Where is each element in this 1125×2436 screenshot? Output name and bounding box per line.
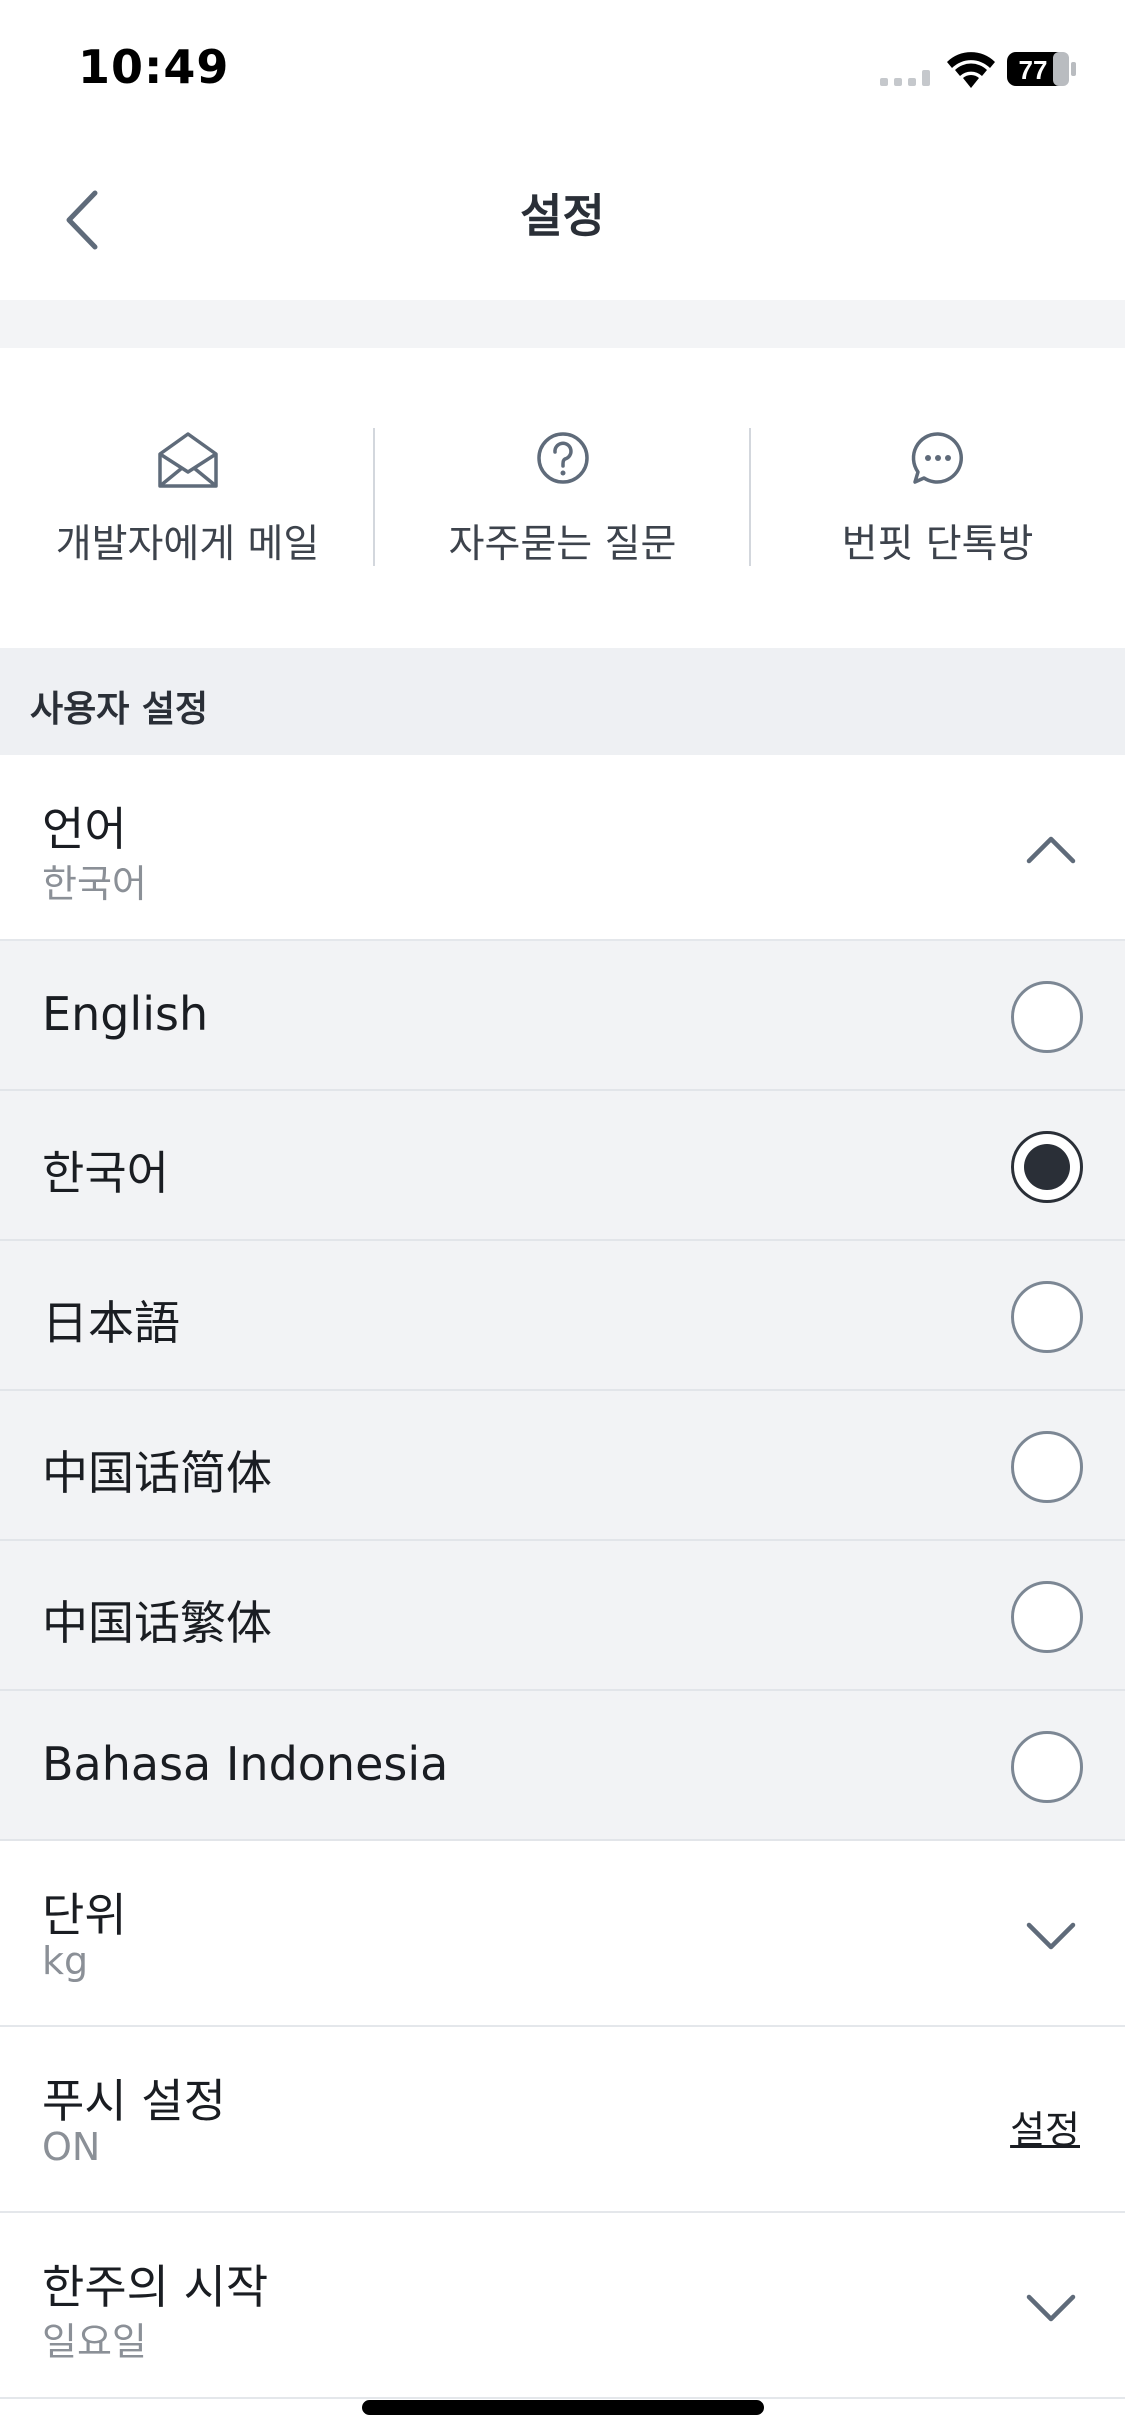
language-option-english[interactable]: English <box>0 941 1125 1091</box>
chevron-down-icon <box>1026 1922 1076 1950</box>
language-option-indonesian[interactable]: Bahasa Indonesia <box>0 1691 1125 1841</box>
language-option-japanese[interactable]: 日本語 <box>0 1241 1125 1391</box>
language-setting-row[interactable]: 언어 한국어 <box>0 755 1125 941</box>
page-title: 설정 <box>520 189 605 243</box>
faq-button[interactable]: 자주묻는 질문 <box>375 348 750 648</box>
shortcut-label: 자주묻는 질문 <box>448 522 677 567</box>
setting-value: ON <box>42 2125 101 2169</box>
radio-button[interactable] <box>1011 1281 1083 1353</box>
group-chat-button[interactable]: 번핏 단톡방 <box>750 348 1125 648</box>
home-indicator <box>362 2400 764 2415</box>
push-settings-link[interactable]: 설정 <box>1010 2099 1080 2154</box>
envelope-icon <box>157 432 218 488</box>
setting-label: 한주의 시작 <box>42 2260 269 2314</box>
radio-button[interactable] <box>1011 1731 1083 1803</box>
chevron-down-icon <box>1026 2294 1076 2322</box>
nav-bar: 설정 <box>0 140 1125 300</box>
week-start-setting-row[interactable]: 한주의 시작 일요일 <box>0 2213 1125 2399</box>
section-spacer <box>0 300 1125 348</box>
unit-setting-row[interactable]: 단위 kg <box>0 1841 1125 2027</box>
language-option-chinese-traditional[interactable]: 中国话繁体 <box>0 1541 1125 1691</box>
setting-value: 일요일 <box>42 2320 147 2364</box>
push-setting-row: 푸시 설정 ON 설정 <box>0 2027 1125 2213</box>
option-label: 中国话繁体 <box>42 1596 272 1650</box>
chevron-up-icon <box>1026 836 1076 864</box>
language-option-korean[interactable]: 한국어 <box>0 1091 1125 1241</box>
signal-icon <box>880 70 930 86</box>
shortcut-label: 개발자에게 메일 <box>55 522 320 567</box>
section-title: 사용자 설정 <box>30 689 209 730</box>
option-label: 日本語 <box>42 1296 180 1350</box>
shortcut-label: 번핏 단톡방 <box>841 522 1034 567</box>
setting-value: 한국어 <box>42 862 147 906</box>
radio-button[interactable] <box>1011 1431 1083 1503</box>
option-label: 한국어 <box>42 1146 169 1200</box>
radio-button-selected[interactable] <box>1011 1131 1083 1203</box>
status-time: 10:49 <box>78 40 230 94</box>
language-option-chinese-simplified[interactable]: 中国话简体 <box>0 1391 1125 1541</box>
chat-bubble-icon <box>911 432 963 484</box>
option-label: English <box>42 987 209 1041</box>
wifi-icon <box>947 52 995 88</box>
shortcut-bar: 개발자에게 메일 자주묻는 질문 번핏 단톡방 <box>0 348 1125 648</box>
setting-value: kg <box>42 1939 89 1983</box>
mail-developer-button[interactable]: 개발자에게 메일 <box>0 348 375 648</box>
status-bar: 10:49 77 <box>0 0 1125 140</box>
battery-icon: 77 <box>1007 50 1077 88</box>
setting-label: 언어 <box>42 802 127 856</box>
setting-label: 푸시 설정 <box>42 2074 226 2128</box>
option-label: 中国话简体 <box>42 1446 272 1500</box>
option-label: Bahasa Indonesia <box>42 1737 449 1791</box>
battery-level: 77 <box>1019 55 1048 85</box>
radio-button[interactable] <box>1011 981 1083 1053</box>
question-circle-icon <box>536 432 589 484</box>
setting-label: 단위 <box>42 1888 127 1942</box>
section-header: 사용자 설정 <box>0 648 1125 755</box>
radio-button[interactable] <box>1011 1581 1083 1653</box>
